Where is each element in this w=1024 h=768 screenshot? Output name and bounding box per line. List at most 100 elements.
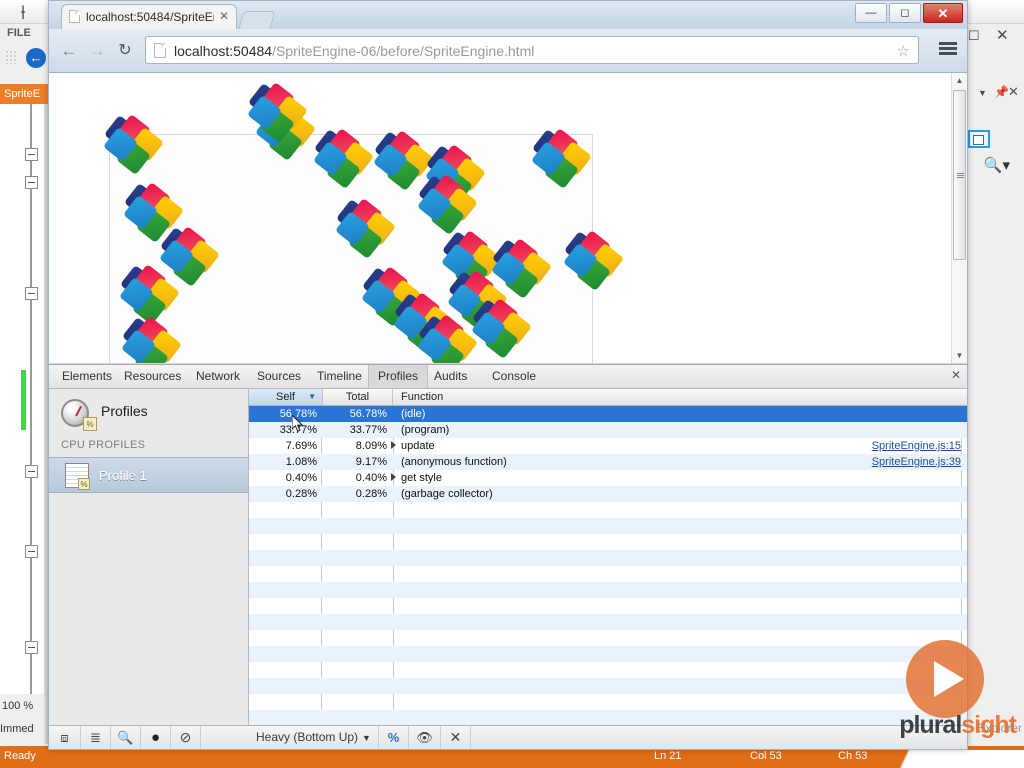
- scroll-down-arrow[interactable]: ▼: [952, 348, 967, 363]
- vs-zoom-level[interactable]: 100 %: [2, 697, 44, 715]
- table-row[interactable]: 33.77% 33.77% (program): [249, 422, 967, 438]
- table-row[interactable]: [249, 710, 967, 726]
- cell-function: (anonymous function): [401, 456, 507, 468]
- column-header-self-label: Self: [276, 391, 295, 403]
- tab-console[interactable]: Console: [483, 365, 545, 388]
- expand-triangle-icon[interactable]: [391, 473, 396, 481]
- record-circle-icon[interactable]: ●: [141, 726, 171, 749]
- table-row[interactable]: [249, 678, 967, 694]
- devtools-tab-bar: Elements Resources Network Sources Timel…: [49, 365, 967, 389]
- column-header-self[interactable]: Self ▼: [249, 389, 323, 405]
- table-row[interactable]: [249, 662, 967, 678]
- table-row[interactable]: 0.28% 0.28% (garbage collector): [249, 486, 967, 502]
- console-drawer-icon[interactable]: ≣: [81, 726, 111, 749]
- table-row[interactable]: [249, 534, 967, 550]
- exclude-function-icon[interactable]: ✕: [441, 726, 471, 749]
- devtools-sidebar: % Profiles CPU PROFILES % Profile 1: [49, 389, 249, 726]
- close-icon[interactable]: ✕: [923, 3, 963, 23]
- source-link[interactable]: SpriteEngine.js:39: [872, 454, 961, 470]
- star-icon[interactable]: ☆: [897, 42, 910, 60]
- status-ready-text: Ready: [4, 750, 36, 762]
- table-row[interactable]: [249, 582, 967, 598]
- close-icon[interactable]: ✕: [951, 368, 961, 382]
- table-row[interactable]: [249, 598, 967, 614]
- clear-prohibited-icon[interactable]: ⊘: [171, 726, 201, 749]
- code-fold-box[interactable]: [25, 176, 38, 189]
- cell-function: update: [391, 438, 821, 454]
- back-arrow-icon[interactable]: ←: [57, 39, 81, 63]
- tab-network[interactable]: Network: [187, 365, 249, 388]
- forward-arrow-icon[interactable]: →: [85, 39, 109, 63]
- tab-elements[interactable]: Elements: [53, 365, 121, 388]
- hamburger-menu-icon[interactable]: [939, 42, 957, 56]
- column-header-total[interactable]: Total: [323, 389, 393, 405]
- url-path: /SpriteEngine-06/before/SpriteEngine.htm…: [272, 43, 535, 59]
- minimize-icon[interactable]: —: [855, 3, 887, 23]
- search-icon[interactable]: 🔍: [111, 726, 141, 749]
- code-fold-box[interactable]: [25, 148, 38, 161]
- vs-document-tab[interactable]: SpriteE: [0, 84, 48, 104]
- table-row[interactable]: 56.78% 56.78% (idle): [249, 406, 967, 422]
- toolbox-icon[interactable]: [968, 130, 990, 148]
- table-row[interactable]: [249, 614, 967, 630]
- view-mode-label: Heavy (Bottom Up): [256, 730, 359, 744]
- table-row[interactable]: 7.69% 8.09% update SpriteEngine.js:15: [249, 438, 967, 454]
- cell-total: 8.09%: [355, 440, 387, 452]
- vs-immediate-window-tab[interactable]: Immed: [0, 720, 46, 738]
- sidebar-item-profile-1[interactable]: % Profile 1: [49, 457, 248, 493]
- page-scrollbar[interactable]: ▲ ▼: [951, 73, 967, 363]
- address-bar[interactable]: localhost:50484/SpriteEngine-06/before/S…: [145, 36, 919, 64]
- sprite: [416, 173, 479, 236]
- profile-grid-icon: %: [65, 463, 90, 490]
- sprite: [490, 237, 553, 300]
- vs-restore-icon[interactable]: ☐: [968, 28, 980, 44]
- maximize-icon[interactable]: ◻: [889, 3, 921, 23]
- reload-icon[interactable]: ↻: [113, 39, 137, 63]
- code-fold-box[interactable]: [25, 545, 38, 558]
- tab-sources[interactable]: Sources: [248, 365, 310, 388]
- status-line-number: Ln 21: [654, 750, 682, 762]
- profiles-header[interactable]: % Profiles: [57, 397, 242, 431]
- vs-menu-file[interactable]: FILE: [7, 27, 31, 39]
- scroll-up-arrow[interactable]: ▲: [952, 73, 967, 88]
- cell-total: 9.17%: [355, 456, 387, 468]
- new-tab-button[interactable]: [238, 11, 276, 29]
- table-row[interactable]: [249, 694, 967, 710]
- table-row[interactable]: [249, 550, 967, 566]
- table-row[interactable]: [249, 566, 967, 582]
- chevron-down-icon[interactable]: ▼: [978, 88, 987, 98]
- pin-icon[interactable]: 📌: [994, 85, 1009, 99]
- browser-tab[interactable]: localhost:50484/SpriteEng ✕: [61, 4, 237, 29]
- tab-profiles[interactable]: Profiles: [368, 365, 429, 388]
- source-link[interactable]: SpriteEngine.js:15: [872, 438, 961, 454]
- view-mode-dropdown[interactable]: Heavy (Bottom Up) ▼: [249, 726, 379, 749]
- vs-back-button[interactable]: ←: [26, 48, 46, 68]
- tab-resources[interactable]: Resources: [115, 365, 190, 388]
- browser-tab-title: localhost:50484/SpriteEng: [86, 10, 214, 24]
- eye-icon[interactable]: 👁: [409, 726, 441, 749]
- code-fold-box[interactable]: [25, 641, 38, 654]
- code-fold-box[interactable]: [25, 287, 38, 300]
- code-fold-box[interactable]: [25, 465, 38, 478]
- close-icon[interactable]: ✕: [1008, 84, 1019, 100]
- column-header-function[interactable]: Function: [393, 389, 967, 405]
- table-row[interactable]: [249, 646, 967, 662]
- chrome-browser-window: localhost:50484/SpriteEng ✕ — ◻ ✕ ← → ↻ …: [48, 0, 968, 750]
- tab-audits[interactable]: Audits: [425, 365, 476, 388]
- percent-toggle-button[interactable]: %: [379, 726, 409, 749]
- dock-side-icon[interactable]: ⧈: [49, 726, 81, 749]
- table-row[interactable]: [249, 502, 967, 518]
- table-row[interactable]: 1.08% 9.17% (anonymous function) SpriteE…: [249, 454, 967, 470]
- table-row[interactable]: [249, 630, 967, 646]
- table-row[interactable]: [249, 518, 967, 534]
- sprite-engine-canvas[interactable]: [102, 81, 625, 363]
- scrollbar-thumb[interactable]: [953, 90, 966, 260]
- expand-triangle-icon[interactable]: [391, 441, 396, 449]
- page-icon: [69, 10, 80, 23]
- table-row[interactable]: 0.40% 0.40% get style: [249, 470, 967, 486]
- profile-data-grid[interactable]: Self ▼ Total Function 56.78% 56.78% (idl…: [249, 389, 967, 726]
- tab-timeline[interactable]: Timeline: [308, 365, 371, 388]
- vs-close-icon[interactable]: ✕: [996, 26, 1009, 44]
- close-icon[interactable]: ✕: [219, 9, 229, 23]
- search-icon[interactable]: 🔍▾: [984, 156, 1010, 174]
